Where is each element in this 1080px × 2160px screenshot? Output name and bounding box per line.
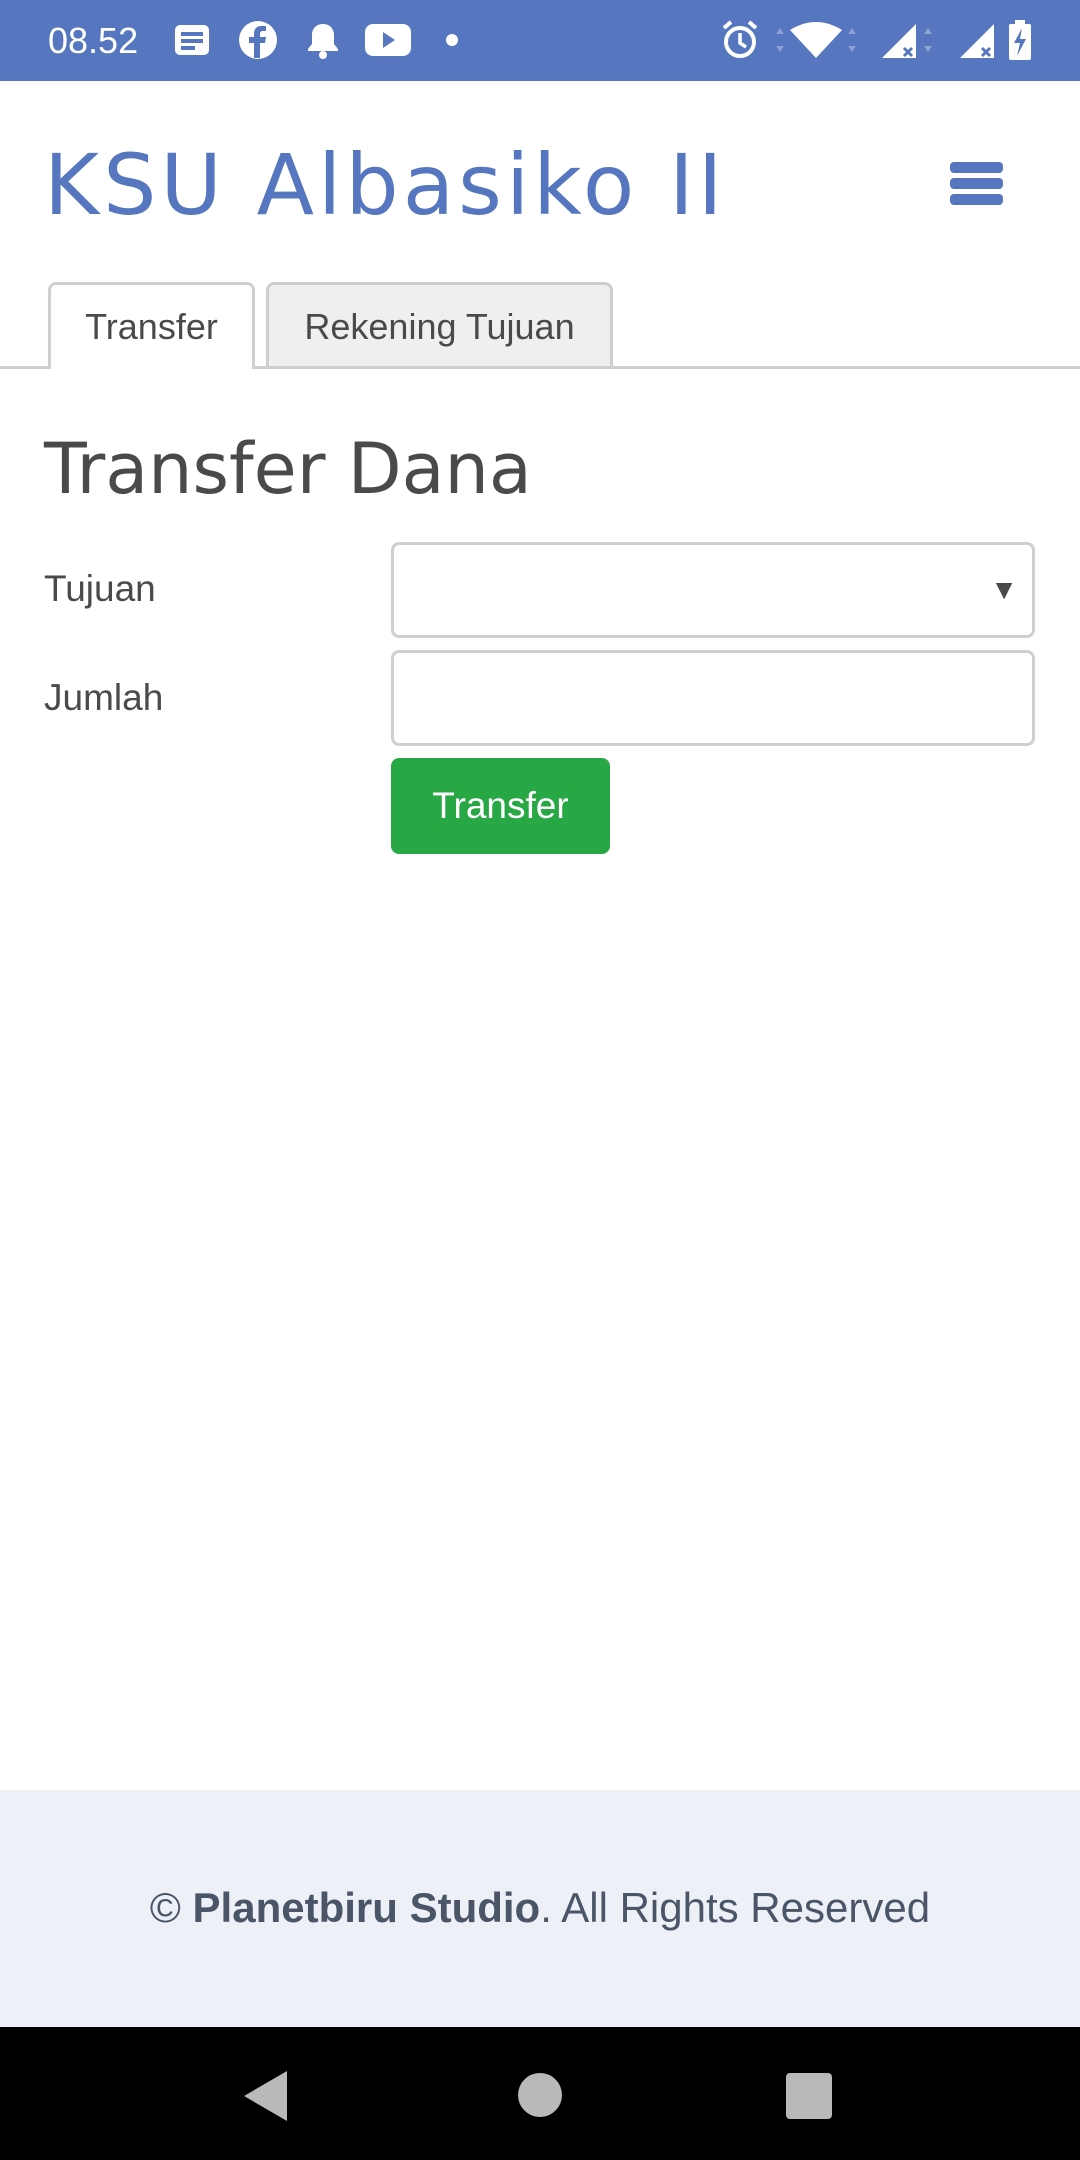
- menu-bar: [950, 162, 1003, 173]
- copyright-symbol: ©: [149, 1884, 181, 1931]
- wifi-icon: [776, 22, 856, 58]
- destination-select[interactable]: ▼: [391, 542, 1035, 638]
- amount-input[interactable]: [391, 650, 1035, 746]
- battery-charging-icon: [1009, 20, 1031, 60]
- back-icon[interactable]: [244, 2071, 287, 2121]
- hamburger-menu-icon[interactable]: [940, 152, 1012, 214]
- chevron-down-icon: ▼: [990, 574, 1018, 605]
- destination-label: Tujuan: [44, 568, 156, 609]
- footer-company: Planetbiru Studio: [192, 1884, 541, 1931]
- tab-transfer[interactable]: Transfer: [48, 282, 255, 369]
- footer: © Planetbiru Studio. All Rights Reserved: [0, 1790, 1080, 2027]
- app-brand-title: KSU Albasiko II: [44, 136, 727, 234]
- menu-bar: [950, 194, 1003, 205]
- signal-no-sim-icon: [960, 24, 994, 58]
- footer-rights: . All Rights Reserved: [540, 1884, 931, 1931]
- page-title: Transfer Dana: [44, 428, 532, 510]
- status-bar: 08.52: [0, 0, 1080, 81]
- status-time: 08.52: [48, 20, 139, 61]
- tab-rekening-tujuan[interactable]: Rekening Tujuan: [266, 282, 613, 366]
- menu-bar: [950, 178, 1003, 189]
- amount-label: Jumlah: [44, 677, 164, 718]
- system-navigation-bar: [0, 2027, 1080, 2160]
- footer-copyright: © Planetbiru Studio. All Rights Reserved: [0, 1882, 1080, 1934]
- bell-icon: [308, 24, 338, 59]
- recent-apps-icon[interactable]: [786, 2073, 832, 2119]
- alarm-icon: [722, 20, 758, 58]
- transfer-submit-button[interactable]: Transfer: [391, 758, 610, 854]
- facebook-icon: [239, 21, 277, 59]
- signal-no-sim-icon: [882, 24, 932, 58]
- home-icon[interactable]: [518, 2073, 562, 2117]
- message-icon: [175, 25, 209, 55]
- youtube-icon: [365, 24, 411, 56]
- dot-icon: [446, 34, 458, 46]
